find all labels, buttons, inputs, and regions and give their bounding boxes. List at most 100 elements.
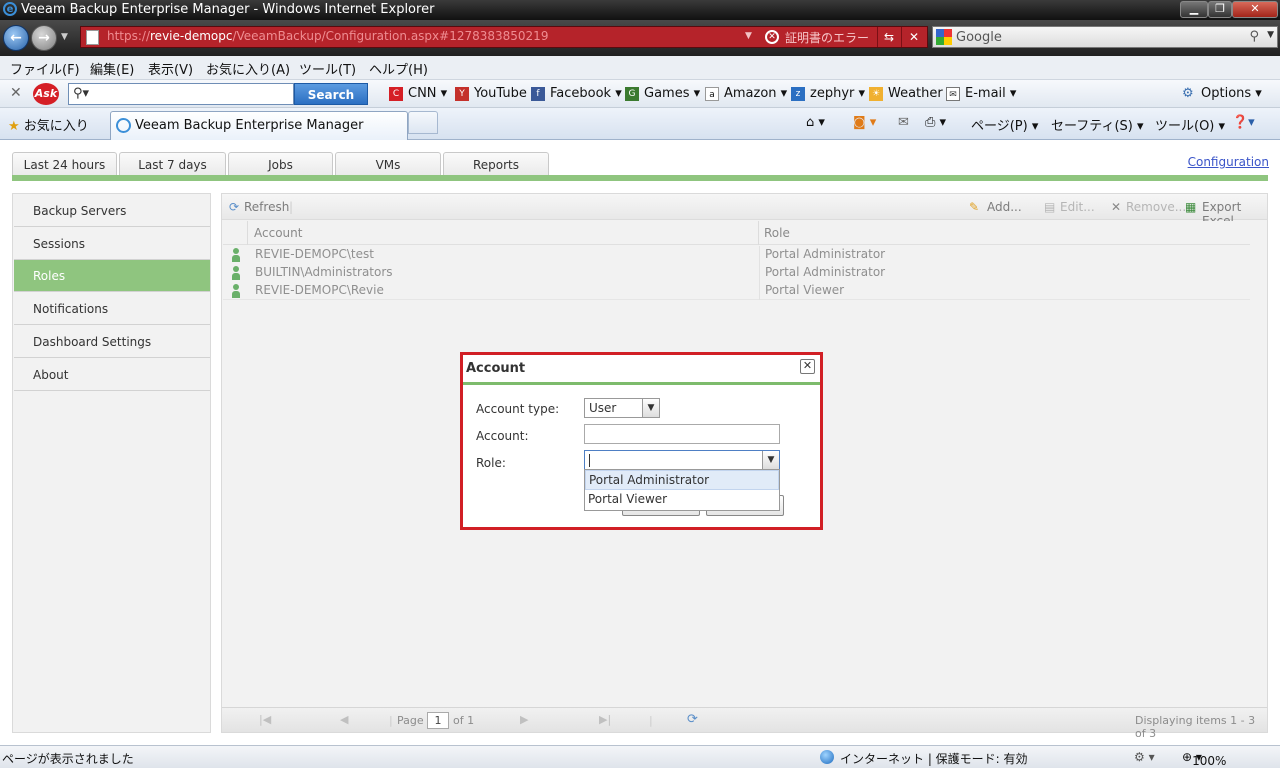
sidebar-item-notifications[interactable]: Notifications xyxy=(14,293,210,325)
toolbar-link-zephyr[interactable]: zephyr ▾ xyxy=(810,86,865,101)
address-bar-row: ← → ▼ https://revie-demopc/VeeamBackup/C… xyxy=(0,20,1280,56)
close-window-button[interactable]: ✕ xyxy=(1232,1,1278,18)
page-menu[interactable]: ページ(P) ▾ xyxy=(971,115,1038,134)
table-row[interactable]: REVIE-DEMOPC\Revie Portal Viewer xyxy=(224,282,1251,300)
favorites-button[interactable]: ★ お気に入り xyxy=(8,115,89,134)
account-dialog: Account ✕ Account type: User ▼ Account: … xyxy=(460,352,823,530)
account-type-select[interactable]: User ▼ xyxy=(584,398,660,418)
help-icon[interactable]: ❓▾ xyxy=(1232,115,1255,130)
column-role[interactable]: Role xyxy=(764,226,790,240)
last-page-icon[interactable]: ▶| xyxy=(599,713,611,726)
sidebar-item-roles[interactable]: Roles xyxy=(14,260,210,292)
prev-page-icon[interactable]: ◀ xyxy=(340,713,348,726)
toolbar-link-facebook[interactable]: Facebook ▾ xyxy=(550,86,622,101)
toolbar-link-weather[interactable]: Weather xyxy=(888,86,943,101)
edit-button[interactable]: Edit... xyxy=(1060,200,1095,214)
safety-menu[interactable]: セーフティ(S) ▾ xyxy=(1051,115,1144,134)
search-placeholder: Google xyxy=(956,30,1002,45)
role-combobox[interactable]: ▼ xyxy=(584,450,780,470)
ask-search-input[interactable]: ⚲▾ xyxy=(68,83,294,105)
games-icon: G xyxy=(625,87,639,101)
feeds-icon[interactable]: ◙ ▾ xyxy=(853,115,876,130)
toolbar-link-games[interactable]: Games ▾ xyxy=(644,86,700,101)
minimize-button[interactable]: ▁ xyxy=(1180,1,1208,18)
toolbar-link-youtube[interactable]: YouTube xyxy=(474,86,527,101)
sidebar-item-sessions[interactable]: Sessions xyxy=(14,228,210,260)
search-dropdown-icon[interactable]: ▼ xyxy=(1267,30,1274,40)
tab-bar: ★ お気に入り Veeam Backup Enterprise Manager … xyxy=(0,108,1280,140)
home-icon[interactable]: ⌂ ▾ xyxy=(806,115,825,130)
toolbar-close-icon[interactable]: ✕ xyxy=(10,85,22,101)
gear-icon: ⚙ xyxy=(1182,86,1194,101)
back-button[interactable]: ← xyxy=(3,25,29,51)
role-dropdown-list: Portal Administrator Portal Viewer xyxy=(584,469,780,511)
window-title: Veeam Backup Enterprise Manager - Window… xyxy=(21,2,435,17)
configuration-link[interactable]: Configuration xyxy=(1188,155,1269,169)
sidebar-item-about[interactable]: About xyxy=(14,359,210,391)
menu-tools[interactable]: ツール(T) xyxy=(299,59,356,78)
certificate-error-icon[interactable]: ✕ xyxy=(765,30,779,44)
edit-icon: ▤ xyxy=(1044,200,1056,214)
page-number-input[interactable]: 1 xyxy=(427,712,449,729)
next-page-icon[interactable]: ▶ xyxy=(520,713,528,726)
nav-divider xyxy=(12,175,1268,181)
ask-search-button[interactable]: Search xyxy=(294,83,368,105)
role-option-portal-administrator[interactable]: Portal Administrator xyxy=(585,470,779,490)
new-tab-button[interactable] xyxy=(408,111,438,134)
pager-summary: Displaying items 1 - 3 of 3 xyxy=(1135,714,1256,740)
toolbar-link-email[interactable]: E-mail ▾ xyxy=(965,86,1016,101)
remove-button[interactable]: Remove... xyxy=(1126,200,1186,214)
print-icon[interactable]: ⎙ ▾ xyxy=(925,115,946,130)
dialog-close-button[interactable]: ✕ xyxy=(800,359,815,374)
toolbar-options[interactable]: Options ▾ xyxy=(1201,86,1262,101)
reload-icon[interactable]: ⟳ xyxy=(687,712,698,727)
add-button[interactable]: Add... xyxy=(987,200,1022,214)
weather-icon: ☀ xyxy=(869,87,883,101)
refresh-icon: ⟳ xyxy=(229,200,240,214)
menu-help[interactable]: ヘルプ(H) xyxy=(369,59,428,78)
first-page-icon[interactable]: |◀ xyxy=(259,713,271,726)
menu-edit[interactable]: 編集(E) xyxy=(90,59,134,78)
remove-icon: ✕ xyxy=(1111,200,1122,214)
add-icon: ✎ xyxy=(969,200,980,214)
table-row[interactable]: BUILTIN\Administrators Portal Administra… xyxy=(224,264,1251,282)
maximize-button[interactable]: ❐ xyxy=(1208,1,1232,18)
search-field[interactable]: Google ⚲ ▼ xyxy=(932,26,1278,48)
zephyr-icon: z xyxy=(791,87,805,101)
tools-menu[interactable]: ツール(O) ▾ xyxy=(1155,115,1225,134)
menu-view[interactable]: 表示(V) xyxy=(148,59,193,78)
stop-icon[interactable]: ✕ xyxy=(904,28,924,46)
url-dropdown-icon[interactable]: ▼ xyxy=(745,31,752,41)
refresh-page-icon[interactable]: ⇆ xyxy=(879,28,899,46)
grid-header: Account Role xyxy=(223,221,1250,245)
read-mail-icon[interactable]: ✉ xyxy=(898,115,909,130)
search-icon[interactable]: ⚲ xyxy=(1249,29,1259,44)
role-label: Role: xyxy=(476,456,506,470)
sidebar-item-backup-servers[interactable]: Backup Servers xyxy=(14,195,210,227)
account-input[interactable] xyxy=(584,424,780,444)
toolbar-link-cnn[interactable]: CNN ▾ xyxy=(408,86,447,101)
menu-file[interactable]: ファイル(F) xyxy=(10,59,80,78)
url-field[interactable]: https://revie-demopc/VeeamBackup/Configu… xyxy=(80,26,928,48)
refresh-button[interactable]: Refresh xyxy=(244,200,289,214)
user-icon xyxy=(231,284,241,298)
group-icon xyxy=(231,266,241,280)
zoom-level[interactable]: ⊕ 100% ▾ xyxy=(1182,750,1226,768)
certificate-error-label[interactable]: 証明書のエラー xyxy=(785,29,869,46)
table-row[interactable]: REVIE-DEMOPC\test Portal Administrator xyxy=(224,246,1251,264)
sidebar-item-dashboard-settings[interactable]: Dashboard Settings xyxy=(14,326,210,358)
protected-mode-icon[interactable]: ⚙ ▾ xyxy=(1134,750,1155,764)
account-type-label: Account type: xyxy=(476,402,560,416)
history-dropdown-icon[interactable]: ▼ xyxy=(61,32,68,42)
column-account[interactable]: Account xyxy=(254,226,302,240)
forward-button[interactable]: → xyxy=(31,25,57,51)
role-option-portal-viewer[interactable]: Portal Viewer xyxy=(585,490,779,510)
security-zone[interactable]: インターネット | 保護モード: 有効 xyxy=(840,750,1028,767)
ask-logo[interactable]: Ask xyxy=(33,83,59,105)
window-titlebar: e Veeam Backup Enterprise Manager - Wind… xyxy=(0,0,1280,20)
browser-tab-active[interactable]: Veeam Backup Enterprise Manager xyxy=(110,111,408,140)
toolbar-link-amazon[interactable]: Amazon ▾ xyxy=(724,86,787,101)
facebook-icon: f xyxy=(531,87,545,101)
menu-favorites[interactable]: お気に入り(A) xyxy=(206,59,290,78)
row-role: Portal Administrator xyxy=(765,265,886,279)
